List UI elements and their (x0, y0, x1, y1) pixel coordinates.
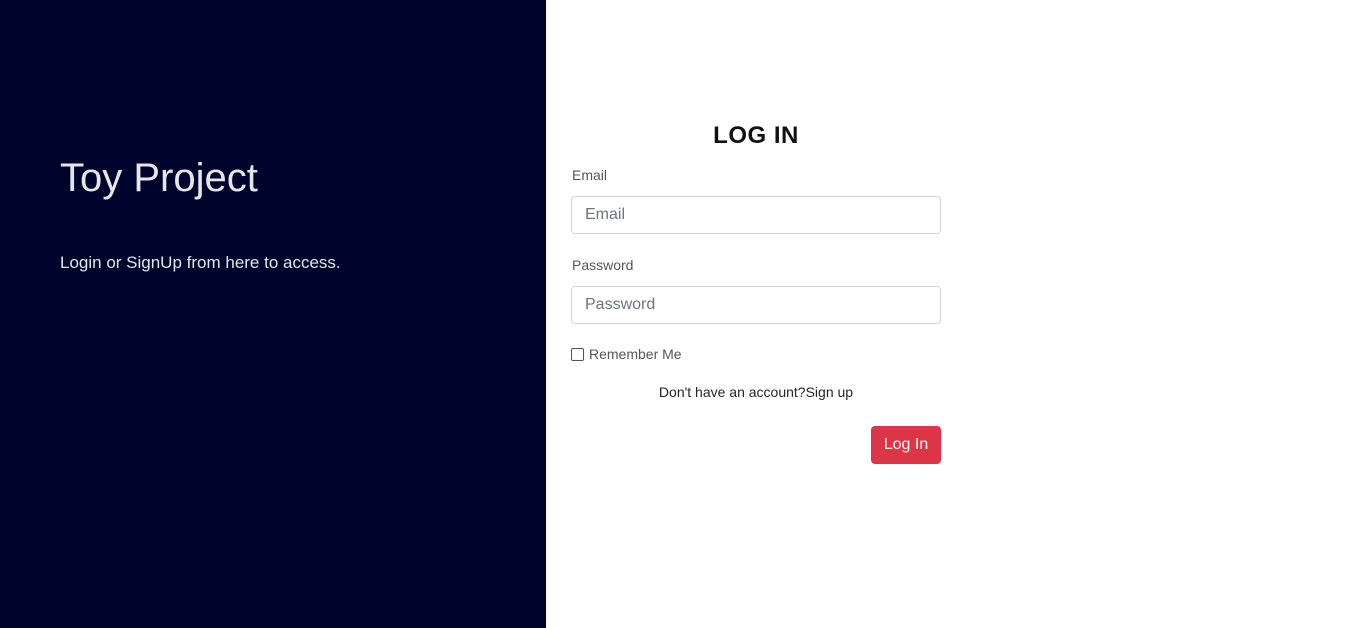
remember-me-checkbox[interactable] (571, 347, 584, 361)
signup-link[interactable]: Sign up (806, 384, 853, 400)
brand-subtitle: Login or SignUp from here to access. (60, 253, 341, 272)
login-title: LOG IN (713, 122, 799, 149)
brand-title: Toy Project (60, 156, 258, 200)
password-input[interactable] (571, 286, 941, 324)
login-button[interactable]: Log In (871, 426, 941, 464)
email-label: Email (572, 167, 608, 183)
signup-prompt: Don't have an account?Sign up (571, 384, 941, 400)
no-account-text: Don't have an account? (658, 384, 806, 400)
remember-me-label[interactable]: Remember Me (589, 346, 682, 362)
brand-panel: Toy Project Login or SignUp from here to… (0, 0, 546, 628)
remember-me-row: Remember Me (571, 346, 682, 362)
password-label: Password (572, 257, 634, 273)
email-input[interactable] (571, 196, 941, 234)
